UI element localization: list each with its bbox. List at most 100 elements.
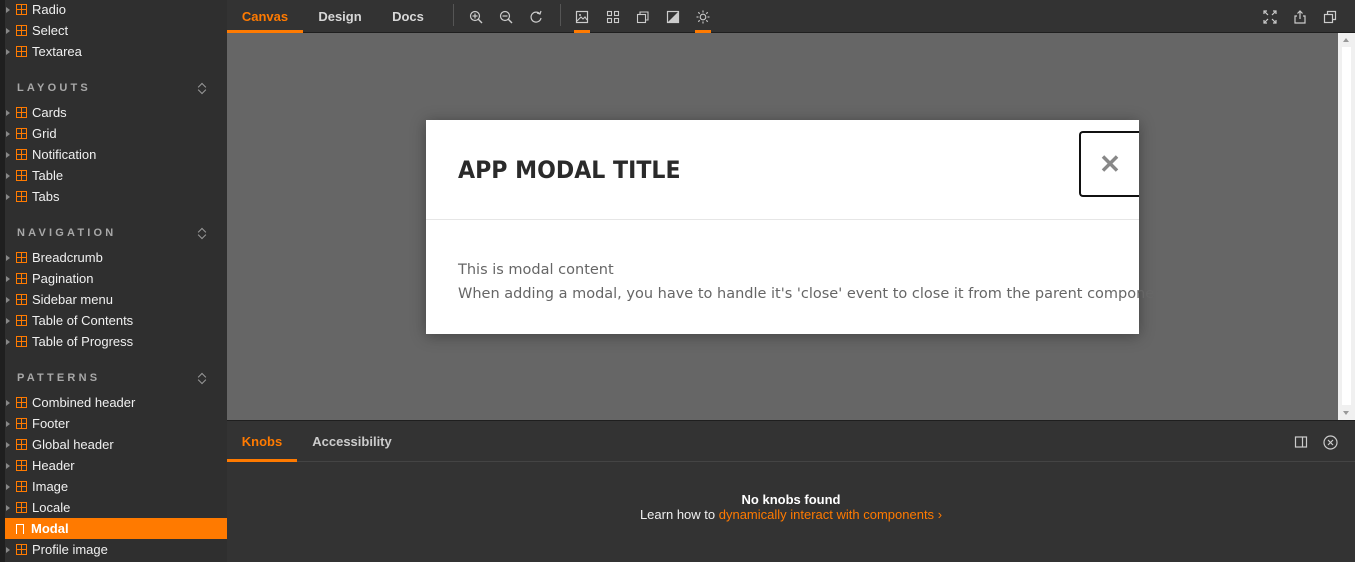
sidebar-item-table-of-contents[interactable]: Table of Contents (5, 310, 227, 331)
component-icon (16, 191, 27, 202)
sidebar-item-table[interactable]: Table (5, 165, 227, 186)
sidebar-item-label: Table of Contents (32, 313, 134, 328)
tab-accessibility[interactable]: Accessibility (303, 421, 401, 462)
copy-icon[interactable] (1317, 0, 1343, 33)
tab-knobs[interactable]: Knobs (227, 421, 297, 462)
sidebar-item-label: Breadcrumb (32, 250, 103, 265)
addons-tabbar: Knobs Accessibility (227, 421, 1355, 462)
modal-header: APP MODAL TITLE ✕ (426, 120, 1139, 220)
component-icon (16, 4, 27, 15)
modal-body: This is modal content When adding a moda… (458, 258, 1174, 306)
caret-icon (5, 504, 13, 512)
tab-docs[interactable]: Docs (377, 0, 439, 33)
sidebar-item-label: Tabs (32, 189, 60, 204)
contrast-icon[interactable] (660, 0, 686, 33)
sidebar-item-cards[interactable]: Cards (5, 102, 227, 123)
sidebar-item-label: Pagination (32, 271, 94, 286)
toolbar-divider (560, 4, 561, 26)
sidebar-item-image[interactable]: Image (5, 476, 227, 497)
section-title: PATTERNS (17, 372, 101, 384)
share-icon[interactable] (1287, 0, 1313, 33)
sidebar-item-radio[interactable]: Radio (5, 0, 227, 20)
sidebar-item-label: Image (32, 479, 69, 494)
caret-icon (5, 6, 13, 14)
top-toolbar: Canvas Design Docs (227, 0, 1355, 33)
sidebar-item-footer[interactable]: Footer (5, 413, 227, 434)
sidebar-item-notification[interactable]: Notification (5, 144, 227, 165)
sidebar-item-modal[interactable]: Modal (5, 518, 227, 539)
scroll-up-icon[interactable] (1343, 38, 1349, 42)
component-icon (16, 397, 27, 408)
sidebar-item-label: Radio (32, 2, 66, 17)
caret-icon (5, 193, 13, 201)
panel-orientation-icon[interactable] (1293, 434, 1309, 450)
canvas-scrollbar[interactable] (1338, 33, 1355, 420)
section-patterns[interactable]: PATTERNS (17, 370, 207, 386)
sidebar-item-label: Cards (32, 105, 67, 120)
sidebar-item-label: Global header (32, 437, 114, 452)
modal-body-line: When adding a modal, you have to handle … (458, 286, 1174, 302)
close-icon: ✕ (1099, 148, 1121, 179)
sidebar-item-header[interactable]: Header (5, 455, 227, 476)
scroll-down-icon[interactable] (1343, 411, 1349, 415)
caret-icon (5, 296, 13, 304)
fullscreen-icon[interactable] (1257, 0, 1283, 33)
sidebar-item-label: Notification (32, 147, 97, 162)
sidebar-item-tabs[interactable]: Tabs (5, 186, 227, 207)
component-icon (16, 149, 27, 160)
expand-collapse-icon[interactable] (197, 227, 207, 239)
caret-icon (5, 483, 13, 491)
modal-close-button[interactable]: ✕ (1079, 131, 1139, 197)
section-title: NAVIGATION (17, 227, 117, 239)
sidebar-item-select[interactable]: Select (5, 20, 227, 41)
caret-icon (5, 420, 13, 428)
sidebar-item-profile-image[interactable]: Profile image (5, 539, 227, 560)
storybook-app: Radio Select Textarea LAYOUTS Cards Grid (0, 0, 1355, 562)
modal-title: APP MODAL TITLE (458, 156, 681, 184)
scrollbar-thumb[interactable] (1342, 47, 1351, 405)
sidebar-item-pagination[interactable]: Pagination (5, 268, 227, 289)
caret-icon (5, 27, 13, 35)
component-icon (16, 439, 27, 450)
reset-zoom-icon[interactable] (523, 0, 549, 33)
caret-icon (5, 254, 13, 262)
sidebar-item-label: Profile image (32, 542, 108, 557)
sidebar-item-breadcrumb[interactable]: Breadcrumb (5, 247, 227, 268)
component-icon (16, 170, 27, 181)
sidebar: Radio Select Textarea LAYOUTS Cards Grid (0, 0, 227, 562)
sidebar-item-grid[interactable]: Grid (5, 123, 227, 144)
zoom-in-icon[interactable] (463, 0, 489, 33)
component-icon (16, 336, 27, 347)
section-layouts[interactable]: LAYOUTS (17, 80, 207, 96)
component-icon (16, 544, 27, 555)
tab-canvas[interactable]: Canvas (227, 0, 303, 33)
close-panel-icon[interactable] (1322, 434, 1338, 450)
theme-icon[interactable] (690, 0, 716, 33)
zoom-out-icon[interactable] (493, 0, 519, 33)
viewport-icon[interactable] (630, 0, 656, 33)
learn-more-link[interactable]: dynamically interact with components (719, 507, 934, 522)
sidebar-item-label: Table of Progress (32, 334, 134, 349)
tab-design[interactable]: Design (303, 0, 377, 33)
background-icon[interactable] (569, 0, 595, 33)
learn-prefix: Learn how to (639, 507, 719, 522)
modal-body-line: This is modal content (458, 262, 614, 278)
caret-icon (5, 48, 13, 56)
grid-icon[interactable] (600, 0, 626, 33)
caret-icon (5, 275, 13, 283)
caret-icon (5, 399, 13, 407)
caret-icon (5, 546, 13, 554)
expand-collapse-icon[interactable] (197, 82, 207, 94)
sidebar-item-textarea[interactable]: Textarea (5, 41, 227, 62)
section-title: LAYOUTS (17, 82, 91, 94)
sidebar-item-label: Modal (31, 521, 69, 536)
section-navigation[interactable]: NAVIGATION (17, 225, 207, 241)
component-icon (16, 294, 27, 305)
expand-collapse-icon[interactable] (197, 372, 207, 384)
component-icon (16, 315, 27, 326)
sidebar-item-global-header[interactable]: Global header (5, 434, 227, 455)
sidebar-item-table-of-progress[interactable]: Table of Progress (5, 331, 227, 352)
sidebar-item-combined-header[interactable]: Combined header (5, 392, 227, 413)
sidebar-item-sidebar-menu[interactable]: Sidebar menu (5, 289, 227, 310)
sidebar-item-locale[interactable]: Locale (5, 497, 227, 518)
